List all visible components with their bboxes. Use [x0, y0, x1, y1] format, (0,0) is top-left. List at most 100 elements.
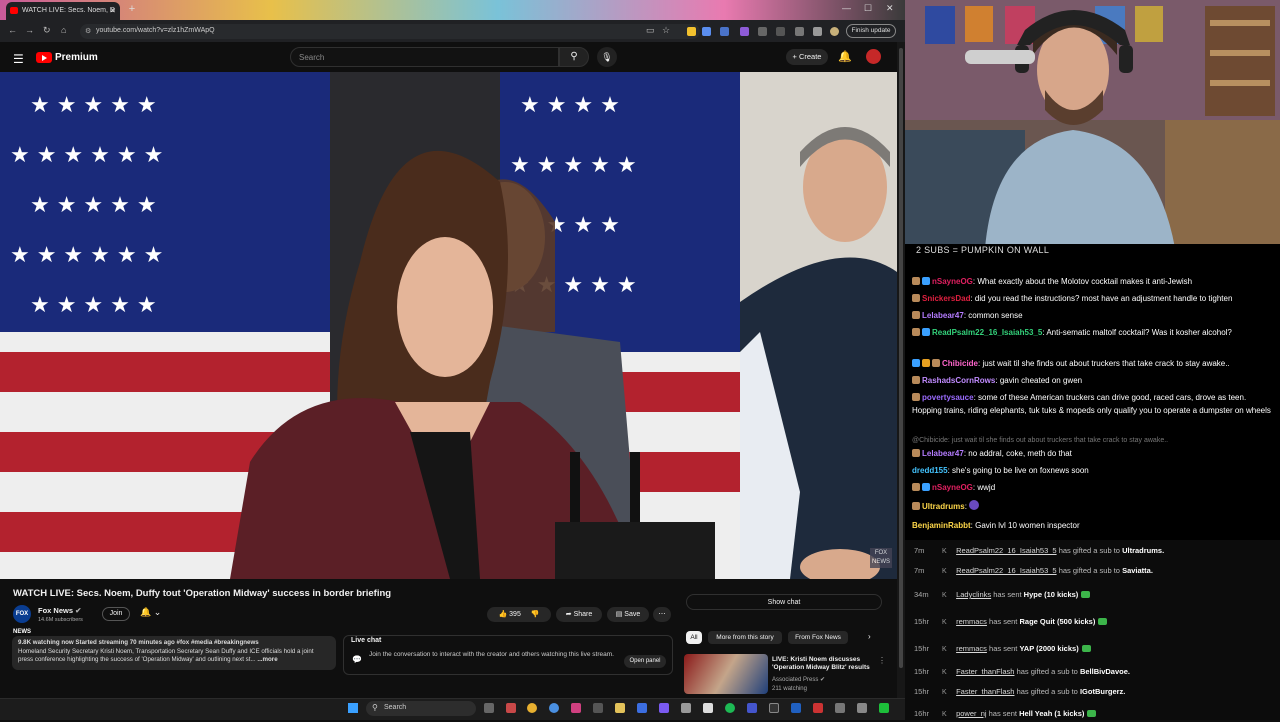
chat-username[interactable]: SnickersDad	[922, 294, 970, 303]
chat-username[interactable]: RashadsCornRows	[922, 376, 995, 385]
chat-username[interactable]: povertysauce	[922, 393, 974, 402]
chip-more-from-story[interactable]: More from this story	[708, 631, 782, 644]
account-avatar[interactable]	[866, 49, 881, 64]
sidepanel-icon[interactable]	[776, 27, 785, 36]
chat-username[interactable]: Lelabear47	[922, 449, 964, 458]
extension-icon[interactable]	[740, 27, 749, 36]
app-icon[interactable]	[593, 703, 603, 713]
spotify-icon[interactable]	[725, 703, 735, 713]
badge-icon	[912, 311, 920, 319]
file-explorer-icon[interactable]	[615, 703, 625, 713]
browser-tab[interactable]: WATCH LIVE: Secs. Noem, D ✕	[6, 2, 120, 20]
app-icon[interactable]	[703, 703, 713, 713]
back-icon[interactable]: ←	[8, 25, 17, 35]
badge-icon	[932, 359, 940, 367]
more-link[interactable]: ...more	[257, 656, 277, 663]
subscription-bell-icon[interactable]: 🔔 ⌄	[140, 607, 161, 618]
windows-start-icon[interactable]	[348, 703, 358, 713]
event-time: 15hr	[914, 617, 930, 626]
app-icon[interactable]	[549, 703, 559, 713]
thumbs-up-icon[interactable]: 👍	[498, 611, 507, 618]
chat-username[interactable]: Ultradrums	[922, 502, 965, 511]
chrome-icon[interactable]	[527, 703, 537, 713]
event-action: has sent	[989, 644, 1018, 653]
description-box[interactable]: 9.8K watching now Started streaming 70 m…	[12, 636, 336, 670]
app-icon[interactable]	[813, 703, 823, 713]
maximize-icon[interactable]: ☐	[864, 3, 872, 14]
app-icon[interactable]	[659, 703, 669, 713]
chat-text: gavin cheated on gwen	[999, 376, 1083, 385]
chat-username[interactable]: dredd155	[912, 466, 948, 475]
extensions-puzzle-icon[interactable]	[758, 27, 767, 36]
show-chat-button[interactable]: Show chat	[686, 594, 882, 610]
chevron-right-icon[interactable]: ›	[868, 632, 871, 641]
chat-username[interactable]: Chibicide	[942, 359, 978, 368]
voice-search-button[interactable]: 🎙	[597, 47, 617, 67]
chat-text: did you read the instructions? most have…	[974, 294, 1233, 303]
related-video-thumbnail[interactable]	[684, 654, 768, 694]
reload-icon[interactable]: ↻	[43, 25, 51, 36]
scrollbar-thumb[interactable]	[899, 48, 903, 668]
save-button[interactable]: ▤ Save	[607, 607, 649, 622]
join-button[interactable]: Join	[102, 607, 130, 621]
more-actions-icon[interactable]: ⋯	[653, 607, 671, 622]
video-player[interactable]: ★ ★ ★ ★ ★ ★ ★ ★ ★ ★ ★ ★ ★ ★ ★ ★ ★ ★ ★ ★ …	[0, 72, 897, 579]
chat-username[interactable]: nSayneOG	[932, 277, 973, 286]
kick-badge-icon	[1081, 645, 1091, 652]
like-dislike-buttons[interactable]: 👍 395 👎	[487, 607, 551, 622]
app-icon[interactable]	[879, 703, 889, 713]
profile-avatar-icon[interactable]	[830, 27, 839, 36]
site-info-icon[interactable]: ⚙	[85, 27, 91, 35]
app-icon[interactable]	[791, 703, 801, 713]
app-icon[interactable]	[769, 703, 779, 713]
home-icon[interactable]: ⌂	[61, 25, 66, 35]
app-icon[interactable]	[857, 703, 867, 713]
address-bar[interactable]: ⚙ youtube.com/watch?v=zlz1hZmWApQ	[80, 24, 700, 39]
app-icon[interactable]	[637, 703, 647, 713]
close-tab-icon[interactable]: ✕	[109, 6, 116, 15]
app-icon[interactable]	[506, 703, 516, 713]
app-icon[interactable]	[835, 703, 845, 713]
event-time: 15hr	[914, 644, 930, 653]
new-tab-button[interactable]: +	[126, 4, 138, 16]
event-user: Faster_thanFlash	[956, 687, 1015, 696]
extension-icon[interactable]	[702, 27, 711, 36]
extension-icon[interactable]	[720, 27, 729, 36]
forward-icon[interactable]: →	[25, 25, 34, 35]
minimize-icon[interactable]: —	[842, 3, 851, 13]
close-window-icon[interactable]: ✕	[886, 3, 894, 14]
chip-from-fox-news[interactable]: From Fox News	[788, 631, 848, 644]
app-icon[interactable]	[681, 703, 691, 713]
app-icon[interactable]	[571, 703, 581, 713]
search-input[interactable]: Search	[290, 47, 559, 67]
related-video-title[interactable]: LIVE: Kristi Noem discusses 'Operation M…	[772, 656, 877, 672]
bookmark-star-icon[interactable]: ☆	[662, 25, 670, 36]
channel-avatar[interactable]: FOX NEWS	[13, 605, 31, 635]
thumbs-down-icon[interactable]: 👎	[531, 611, 540, 618]
app-icon[interactable]	[747, 703, 757, 713]
menu-icon[interactable]	[813, 27, 822, 36]
channel-name[interactable]: Fox News ✔	[38, 606, 81, 615]
share-button[interactable]: ➦ Share	[556, 607, 602, 622]
chat-username[interactable]: nSayneOG	[932, 483, 973, 492]
extension-icon[interactable]	[687, 27, 696, 36]
cast-icon[interactable]: ▭	[646, 25, 655, 36]
chat-username[interactable]: BenjaminRabbt	[912, 521, 971, 530]
event-row: 7m K ReadPsalm22_16_Isaiah53_5 has gifted…	[914, 564, 1274, 578]
kick-badge-icon	[1081, 591, 1091, 598]
chat-username[interactable]: ReadPsalm22_16_Isaiah53_5	[932, 328, 1042, 337]
kebab-menu-icon[interactable]: ⋮	[878, 656, 886, 665]
task-view-icon[interactable]	[484, 703, 494, 713]
menu-icon[interactable]: ☰	[13, 52, 24, 66]
open-panel-button[interactable]: Open panel	[624, 655, 666, 668]
taskbar-search[interactable]: ⚲ Search	[366, 701, 476, 716]
search-button[interactable]: ⚲	[559, 47, 589, 67]
download-icon[interactable]	[795, 27, 804, 36]
youtube-logo[interactable]: Premium	[36, 51, 98, 63]
chat-username[interactable]: Lelabear47	[922, 311, 964, 320]
page-scrollbar[interactable]	[897, 42, 905, 698]
notifications-bell-icon[interactable]: 🔔	[838, 50, 852, 63]
finish-update-button[interactable]: Finish update	[846, 24, 896, 38]
create-button[interactable]: + Create	[786, 49, 828, 65]
chip-all[interactable]: All	[686, 631, 702, 644]
